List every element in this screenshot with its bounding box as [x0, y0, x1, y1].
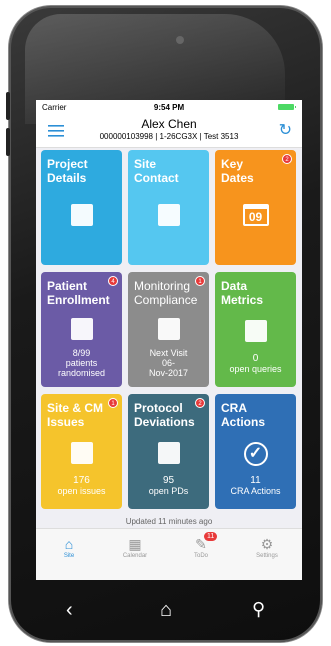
tab-site-label: Site — [63, 553, 75, 559]
sd-card-icon — [215, 320, 296, 347]
tile-stat3: randomised — [57, 368, 106, 378]
refresh-icon[interactable]: ↻ — [279, 120, 292, 140]
tile-craactions[interactable]: CRA Actions ✓ 11 CRA Actions — [215, 394, 296, 509]
issues-icon — [41, 442, 122, 469]
volume-up-button — [6, 92, 10, 120]
folder-icon — [41, 204, 122, 231]
calendar-grid-icon: ▦ — [128, 536, 142, 552]
tile-title-line1: Protocol — [134, 401, 183, 415]
status-time: 9:54 PM — [153, 103, 185, 112]
tile-stat2: patients — [65, 358, 98, 368]
tile-title-line2: Deviations — [134, 415, 195, 429]
tile-stat3: Nov-2017 — [148, 368, 189, 378]
tab-settings[interactable]: ⚙ Settings — [234, 535, 300, 559]
tile-title-line2: Compliance — [134, 293, 198, 307]
tile-stat2: open issues — [57, 486, 106, 496]
notification-badge: 1 — [195, 276, 205, 286]
tile-title-line1: Patient — [47, 279, 88, 293]
tile-keydates[interactable]: Key Dates 09 2 — [215, 150, 296, 265]
tile-stat1: Next Visit — [149, 348, 188, 358]
app-header: Alex Chen 000000103998 | 1-26CG3X | Test… — [36, 114, 302, 148]
check-icon: ✓ — [215, 442, 296, 466]
notification-badge: 4 — [108, 276, 118, 286]
tile-title-line1: Site — [134, 157, 157, 171]
chart-document-icon — [128, 442, 209, 469]
tile-stat1: 8/99 — [72, 348, 91, 358]
tile-title-line2: Issues — [47, 415, 85, 429]
tile-title-line1: Project — [47, 157, 88, 171]
phone-nav-bar: ‹ ⌂ ⚲ — [36, 585, 302, 635]
tile-patientenrollment[interactable]: Patient Enrollment 8/99 patients randomised 4 — [41, 272, 122, 387]
tile-title-line2: Metrics — [221, 293, 264, 307]
status-bar: Carrier 9:54 PM — [36, 100, 302, 114]
tab-calendar[interactable]: ▦ Calendar — [102, 535, 168, 559]
tab-settings-label: Settings — [256, 553, 278, 559]
tab-todo[interactable]: ✎ 11 ToDo — [168, 532, 234, 559]
home-nav-icon[interactable]: ⌂ — [160, 599, 172, 622]
tile-title-line1: CRA — [221, 401, 247, 415]
tile-title-line2: Details — [47, 171, 87, 185]
calendar-icon: 09 — [215, 204, 296, 226]
tab-bar: ⌂ Site ▦ Calendar ✎ 11 ToDo ⚙ Settings — [36, 528, 302, 580]
people-icon — [41, 318, 122, 345]
home-icon: ⌂ — [64, 536, 74, 552]
user-name: Alex Chen — [141, 117, 197, 131]
tab-calendar-label: Calendar — [122, 553, 148, 559]
search-icon[interactable]: ⚲ — [252, 599, 265, 620]
tile-site-cmissues[interactable]: Site & CM Issues 176 open issues 1 — [41, 394, 122, 509]
notification-badge: 1 — [108, 398, 118, 408]
tile-title: Protocol Deviations — [134, 401, 195, 429]
app-screen: Carrier 9:54 PM Alex Chen 000000103998 |… — [36, 100, 302, 580]
tile-title-line1: Data — [221, 279, 248, 293]
tile-title: Patient Enrollment — [47, 279, 110, 307]
tile-stat1: 11 — [250, 475, 261, 486]
tile-stat2: 06- — [161, 358, 175, 368]
tile-stat1: 95 — [162, 475, 175, 486]
todo-badge: 11 — [204, 532, 218, 541]
tile-title-line1: Monitoring — [134, 279, 191, 293]
edit-icon: ✎ — [195, 536, 207, 552]
volume-down-button — [6, 128, 10, 156]
tile-title: Data Metrics — [221, 279, 263, 307]
tile-title: Site Contact — [134, 157, 179, 185]
tile-stat1: 0 — [252, 353, 259, 364]
gear-icon: ⚙ — [260, 536, 274, 552]
tile-protocoldeviations[interactable]: Protocol Deviations 95 open PDs 2 — [128, 394, 209, 509]
tile-title: Site & CM Issues — [47, 401, 103, 429]
tile-projectdetails[interactable]: Project Details — [41, 150, 122, 265]
front-camera — [176, 36, 184, 44]
tile-datametrics[interactable]: Data Metrics 0 open queries — [215, 272, 296, 387]
tile-stat2: open queries — [229, 364, 282, 374]
battery-icon — [278, 104, 296, 110]
tab-todo-label: ToDo — [193, 553, 208, 559]
tile-monitoringcompliance[interactable]: Monitoring Compliance Next Visit 06- Nov-201… — [128, 272, 209, 387]
tile-title: Project Details — [47, 157, 88, 185]
tile-sitecontact[interactable]: Site Contact — [128, 150, 209, 265]
tab-site[interactable]: ⌂ Site — [36, 535, 102, 559]
tile-stat2: open PDs — [148, 486, 189, 496]
study-subtitle: 000000103998 | 1-26CG3X | Test 3513 — [99, 132, 239, 141]
tile-stat2: CRA Actions — [230, 486, 281, 496]
tile-stat1: 176 — [73, 475, 90, 486]
tile-title-line1: Key — [221, 157, 244, 171]
contact-card-icon — [128, 204, 209, 231]
tile-title: Key Dates — [221, 157, 254, 185]
tile-title-line2: Actions — [221, 415, 266, 429]
tile-title: CRA Actions — [221, 401, 265, 429]
tile-title-line2: Contact — [134, 171, 179, 185]
updated-text: Updated 11 minutes ago — [125, 517, 213, 526]
tile-title-line2: Enrollment — [47, 293, 110, 307]
tile-title: Monitoring Compliance — [134, 279, 197, 307]
notification-badge: 2 — [195, 398, 205, 408]
tile-title-line2: Dates — [221, 171, 254, 185]
tile-title-line1: Site & CM — [47, 401, 104, 415]
notification-badge: 2 — [282, 154, 292, 164]
back-icon[interactable]: ‹ — [66, 599, 73, 622]
document-calendar-icon — [128, 318, 209, 345]
